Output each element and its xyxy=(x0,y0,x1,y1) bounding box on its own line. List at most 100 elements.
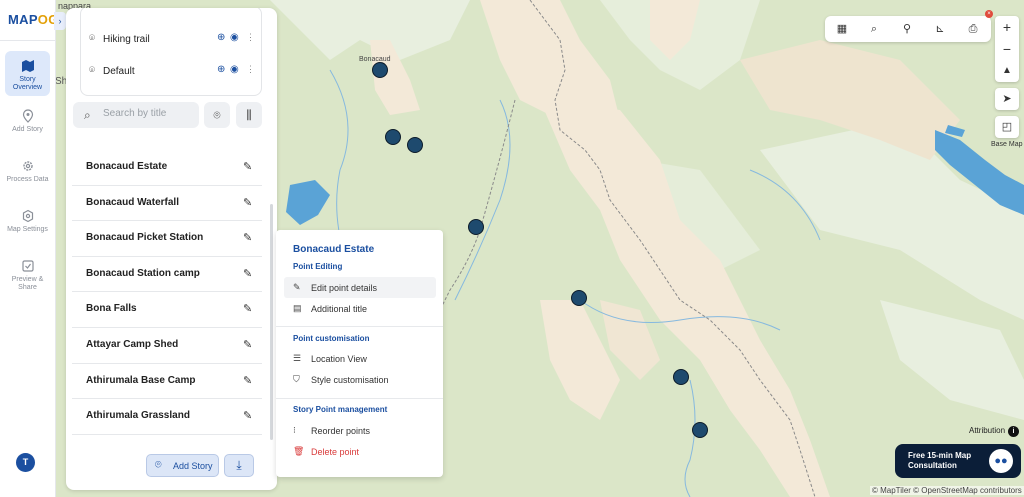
map-credits[interactable]: © MapTiler © OpenStreetMap contributors xyxy=(870,486,1024,495)
collapse-panel-button[interactable]: › xyxy=(54,12,66,30)
additional-title-item[interactable]: ▤ Additional title xyxy=(284,298,436,319)
list-item[interactable]: Bonacaud Estate ✎ xyxy=(72,150,262,186)
search-box: ⌕ xyxy=(73,102,199,128)
edit-box-icon: ✎ xyxy=(293,282,301,292)
story-marker[interactable] xyxy=(468,219,484,235)
add-story-button[interactable]: ⌾ Add Story xyxy=(146,454,219,477)
eye-icon[interactable]: ◉ xyxy=(230,32,239,43)
user-location-icon[interactable]: ⚲ xyxy=(899,21,915,37)
search-icon[interactable]: ⌕ xyxy=(866,21,882,37)
story-panel: ⌾ Hiking trail ⊕ ◉ ⋮ ⌾ Default ⊕ ◉ ⋮ ⌕ ⌾… xyxy=(66,8,277,490)
measure-icon[interactable]: ⊾ xyxy=(932,21,948,37)
trash-icon: 🗑 xyxy=(293,446,305,456)
print-icon[interactable]: ⎙ xyxy=(965,21,981,37)
zoom-in-button[interactable]: + xyxy=(995,16,1019,38)
layer-row-hiking-trail[interactable]: ⌾ Hiking trail ⊕ ◉ ⋮ xyxy=(87,27,255,53)
search-input[interactable] xyxy=(103,108,195,119)
list-item[interactable]: Attayar Camp Shed ✎ xyxy=(72,328,262,364)
settings-icon xyxy=(22,209,33,223)
paint-brush-icon: ⛉ xyxy=(293,374,300,384)
section-heading-editing: Point Editing xyxy=(293,262,343,271)
story-marker[interactable] xyxy=(385,129,401,145)
menu-item-label: Location View xyxy=(311,354,367,364)
story-title: Athirumala Base Camp xyxy=(86,374,196,386)
close-badge-icon[interactable]: × xyxy=(985,10,993,18)
filter-settings-button[interactable]: ⫼ xyxy=(236,102,262,128)
download-button[interactable]: ⤓ xyxy=(224,454,254,477)
preview-icon xyxy=(21,260,34,272)
map-view-icon[interactable]: ▦ xyxy=(834,21,850,37)
rail-item-label: Process Data xyxy=(6,176,49,183)
story-marker[interactable] xyxy=(673,369,689,385)
edit-icon[interactable]: ✎ xyxy=(243,196,252,209)
search-icon: ⌕ xyxy=(84,108,91,122)
delete-point-item[interactable]: 🗑 Delete point xyxy=(284,441,436,462)
location-pin-icon: ⌾ xyxy=(213,108,221,122)
list-item[interactable]: Bonacaud Picket Station ✎ xyxy=(72,221,262,257)
edit-icon[interactable]: ✎ xyxy=(243,302,252,315)
list-item[interactable]: Bonacaud Waterfall ✎ xyxy=(72,186,262,222)
list-item[interactable]: Bona Falls ✎ xyxy=(72,292,262,328)
app-logo[interactable]: MAPOG xyxy=(8,12,59,27)
story-marker[interactable] xyxy=(692,422,708,438)
menu-divider xyxy=(276,398,443,399)
zoom-to-layer-icon[interactable]: ⊕ xyxy=(217,32,225,43)
reorder-icon: ⁝ xyxy=(293,425,296,435)
edit-icon[interactable]: ✎ xyxy=(243,160,252,173)
rail-item-label: Story Overview xyxy=(12,76,43,91)
list-item[interactable]: Athirumala Grassland ✎ xyxy=(72,399,262,435)
info-icon[interactable]: i xyxy=(1008,426,1020,437)
location-view-item[interactable]: ☰ Location View xyxy=(284,348,436,369)
more-options-icon[interactable]: ⋮ xyxy=(246,64,255,75)
list-item[interactable]: Athirumala Base Camp ✎ xyxy=(72,364,262,400)
edit-point-details-item[interactable]: ✎ Edit point details xyxy=(284,277,436,298)
edit-icon[interactable]: ✎ xyxy=(243,374,252,387)
locate-button[interactable]: ➤ xyxy=(995,88,1019,110)
zoom-out-button[interactable]: − xyxy=(995,38,1019,60)
scrollbar[interactable] xyxy=(270,204,273,440)
zoom-to-layer-icon[interactable]: ⊕ xyxy=(217,64,225,75)
reorder-points-item[interactable]: ⁝ Reorder points xyxy=(284,420,436,441)
attribution-toggle[interactable]: Attribution i xyxy=(969,426,1020,437)
menu-divider xyxy=(276,326,443,327)
layer-list: ⌾ Hiking trail ⊕ ◉ ⋮ ⌾ Default ⊕ ◉ ⋮ xyxy=(80,8,262,96)
edit-icon[interactable]: ✎ xyxy=(243,231,252,244)
consultation-banner[interactable]: Free 15-min Map Consultation ●● xyxy=(895,444,1021,478)
rail-item-process-data[interactable]: Process Data xyxy=(5,159,50,184)
chat-icon[interactable]: ●● xyxy=(989,449,1013,473)
map-icon xyxy=(21,60,34,72)
layer-row-default[interactable]: ⌾ Default ⊕ ◉ ⋮ xyxy=(87,59,255,85)
menu-item-label: Reorder points xyxy=(311,426,371,436)
layer-label: Default xyxy=(103,66,135,77)
story-title: Bonacaud Station camp xyxy=(86,267,200,279)
more-options-icon[interactable]: ⋮ xyxy=(246,32,255,43)
section-heading-customisation: Point customisation xyxy=(293,334,370,343)
avatar[interactable]: T xyxy=(16,453,35,472)
base-map-button[interactable]: ◰ xyxy=(995,116,1019,138)
rail-item-label: Add Story xyxy=(12,126,43,133)
story-marker[interactable] xyxy=(372,62,388,78)
story-title: Bonacaud Waterfall xyxy=(86,196,179,208)
layers-icon: ◰ xyxy=(1001,121,1013,133)
story-title: Bona Falls xyxy=(86,303,137,315)
style-customisation-item[interactable]: ⛉ Style customisation xyxy=(284,369,436,390)
rail-item-map-settings[interactable]: Map Settings xyxy=(5,209,50,234)
filter-by-location-button[interactable]: ⌾ xyxy=(204,102,230,128)
edit-icon[interactable]: ✎ xyxy=(243,338,252,351)
edit-icon[interactable]: ✎ xyxy=(243,267,252,280)
gear-icon xyxy=(22,161,33,171)
edit-icon[interactable]: ✎ xyxy=(243,409,252,422)
compass-icon[interactable]: ▲ xyxy=(995,60,1019,82)
list-item[interactable]: Bonacaud Station camp ✎ xyxy=(72,257,262,293)
menu-item-label: Edit point details xyxy=(311,283,378,293)
rail-item-preview-share[interactable]: Preview & Share xyxy=(5,259,50,292)
rail-item-label: Preview & Share xyxy=(11,276,44,291)
eye-icon[interactable]: ◉ xyxy=(230,64,239,75)
consultation-line-2: Consultation xyxy=(908,461,957,470)
rail-item-add-story[interactable]: Add Story xyxy=(5,109,50,134)
map-place-label-bonacaud: Bonacaud xyxy=(359,56,391,63)
story-marker[interactable] xyxy=(407,137,423,153)
left-rail: MAPOG Story Overview Add Story Process D… xyxy=(0,0,59,497)
rail-item-story-overview[interactable]: Story Overview xyxy=(5,51,50,96)
story-marker[interactable] xyxy=(571,290,587,306)
